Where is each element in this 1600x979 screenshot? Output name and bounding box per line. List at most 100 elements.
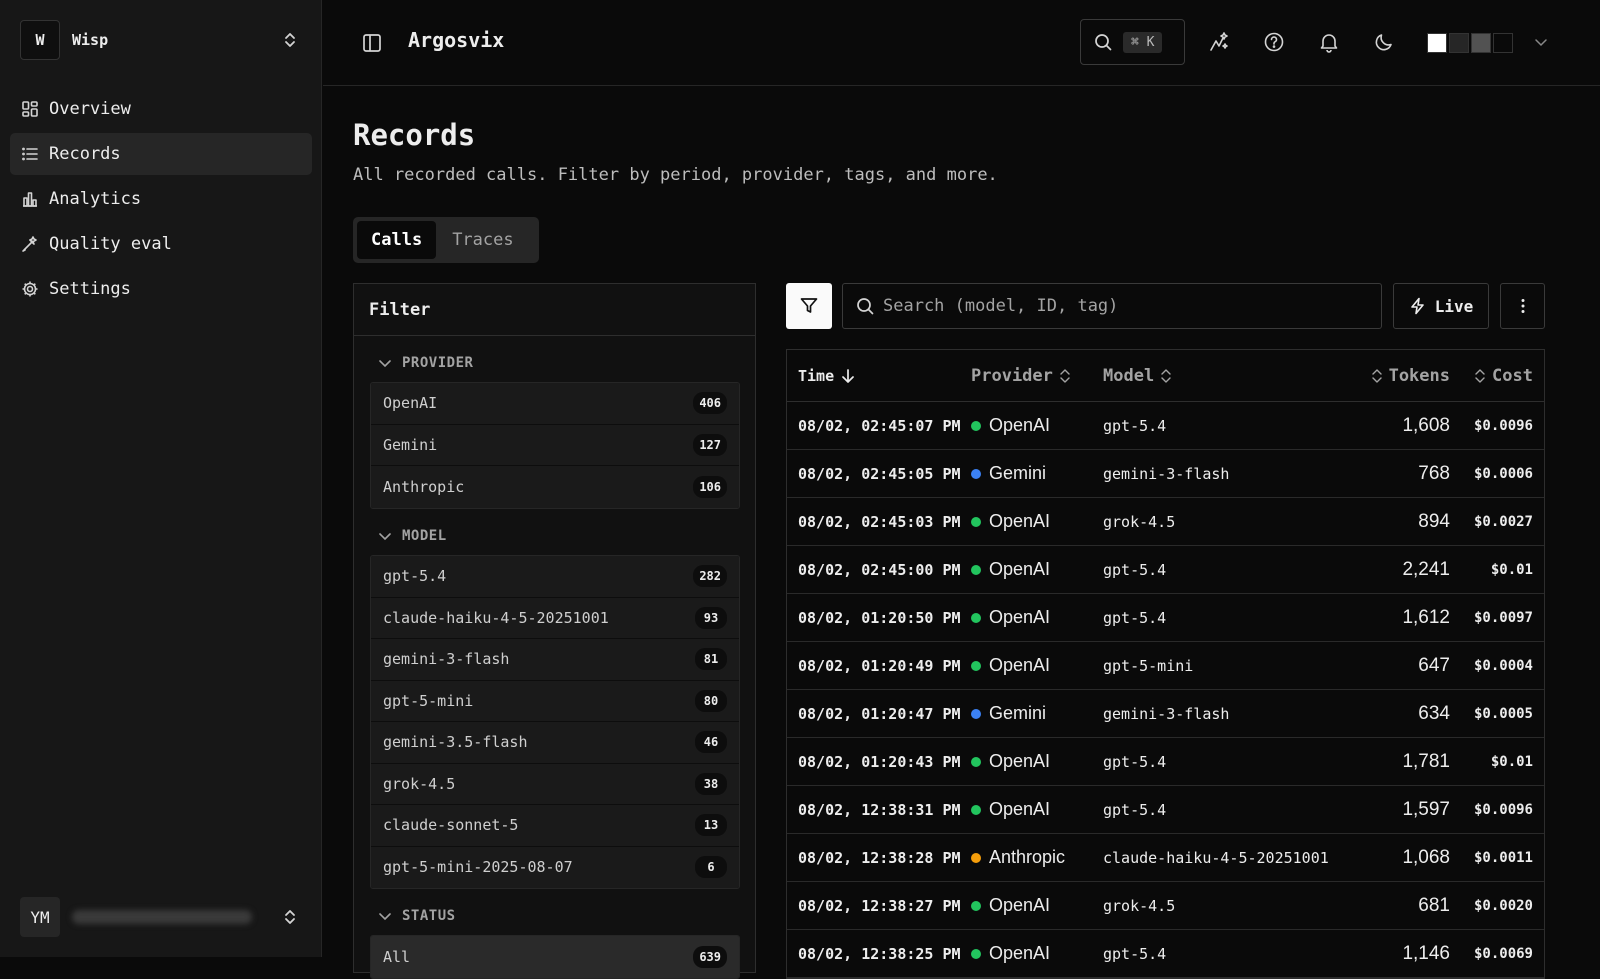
column-tokens[interactable]: Tokens <box>1341 366 1450 386</box>
sidebar-item-label: Quality eval <box>49 234 172 254</box>
table-row[interactable]: 08/02, 12:38:28 PM Anthropic claude-haiku-… <box>787 834 1544 882</box>
sidebar-item-records[interactable]: Records <box>10 133 312 175</box>
cell-cost: $0.01 <box>1490 561 1533 578</box>
search-input[interactable] <box>883 296 1353 316</box>
column-model[interactable]: Model <box>1103 366 1341 386</box>
moon-icon[interactable] <box>1373 31 1395 53</box>
cell-cost: $0.0096 <box>1473 417 1533 434</box>
provider-dot <box>971 468 981 479</box>
theme-swatch[interactable] <box>1493 33 1513 53</box>
count-badge: 13 <box>695 814 727 837</box>
filter-option-label: gemini-3.5-flash <box>383 733 528 752</box>
command-search-button[interactable]: ⌘ K <box>1080 19 1185 65</box>
search-icon <box>857 298 874 315</box>
column-provider[interactable]: Provider <box>971 366 1103 386</box>
filter-option[interactable]: gpt-5-mini 80 <box>371 680 739 722</box>
records-search[interactable] <box>842 283 1382 329</box>
filter-option[interactable]: grok-4.5 38 <box>371 763 739 805</box>
filter-option[interactable]: gpt-5.4 282 <box>371 556 739 598</box>
provider-name: OpenAI <box>989 607 1051 627</box>
filter-section-label: MODEL <box>402 528 447 544</box>
filter-option[interactable]: claude-sonnet-5 13 <box>371 805 739 847</box>
wand-icon <box>21 235 39 253</box>
column-label: Time <box>798 366 835 385</box>
filter-option[interactable]: OpenAI 406 <box>371 383 739 425</box>
table-row[interactable]: 08/02, 02:45:00 PM OpenAI gpt-5.4 2,241 $0.0… <box>787 546 1544 594</box>
filter-option[interactable]: Anthropic 106 <box>371 466 739 508</box>
cell-time: 08/02, 12:38:28 PM <box>798 848 961 867</box>
workspace-switcher[interactable]: W Wisp <box>20 19 300 61</box>
provider-dot <box>971 564 981 575</box>
table-row[interactable]: 08/02, 02:45:03 PM OpenAI grok-4.5 894 $0.00… <box>787 498 1544 546</box>
sidebar-toggle-icon[interactable] <box>361 32 383 54</box>
column-cost[interactable]: Cost <box>1450 366 1535 386</box>
live-button[interactable]: Live <box>1393 283 1489 329</box>
records-table: Time Provider Model Tokens Cost 08/02, 0… <box>786 349 1545 979</box>
more-options-button[interactable] <box>1500 283 1545 329</box>
sidebar-item-analytics[interactable]: Analytics <box>10 178 312 220</box>
table-row[interactable]: 08/02, 02:45:07 PM OpenAI gpt-5.4 1,608 $0.0… <box>787 402 1544 450</box>
sidebar-item-overview[interactable]: Overview <box>10 88 312 130</box>
cell-tokens: 768 <box>1418 462 1450 484</box>
cell-time: 08/02, 12:38:31 PM <box>798 800 961 819</box>
workspace-logo: W <box>20 20 60 60</box>
count-badge: 106 <box>693 475 727 498</box>
count-badge: 282 <box>693 565 727 588</box>
workspace-name: Wisp <box>72 31 109 49</box>
filter-option-label: grok-4.5 <box>383 774 456 793</box>
tab-calls[interactable]: Calls <box>357 221 437 259</box>
view-tabs: Calls Traces <box>353 217 539 263</box>
table-row[interactable]: 08/02, 12:38:27 PM OpenAI grok-4.5 681 $0.00… <box>787 882 1544 930</box>
filter-section-header[interactable]: PROVIDER <box>370 344 740 382</box>
cell-time: 08/02, 02:45:07 PM <box>798 416 961 435</box>
cell-cost: $0.0096 <box>1473 801 1533 818</box>
provider-name: OpenAI <box>989 943 1051 963</box>
column-time[interactable]: Time <box>787 367 971 385</box>
table-row[interactable]: 08/02, 02:45:05 PM Gemini gemini-3-flash 76… <box>787 450 1544 498</box>
table-row[interactable]: 08/02, 01:20:50 PM OpenAI gpt-5.4 1,612 $0.0… <box>787 594 1544 642</box>
table-row[interactable]: 08/02, 01:20:49 PM OpenAI gpt-5-mini 647 $0.… <box>787 642 1544 690</box>
cell-cost: $0.0097 <box>1473 609 1533 626</box>
sidebar-item-quality-eval[interactable]: Quality eval <box>10 223 312 265</box>
table-row[interactable]: 08/02, 01:20:47 PM Gemini gemini-3-flash 63… <box>787 690 1544 738</box>
table-body: 08/02, 02:45:07 PM OpenAI gpt-5.4 1,608 $0.0… <box>787 402 1544 978</box>
sidebar-item-settings[interactable]: Settings <box>10 268 312 310</box>
cell-tokens: 634 <box>1418 702 1450 724</box>
sparkles-icon[interactable] <box>1208 31 1230 53</box>
theme-swatch[interactable] <box>1471 33 1491 53</box>
table-row[interactable]: 08/02, 01:20:43 PM OpenAI gpt-5.4 1,781 $0.0… <box>787 738 1544 786</box>
filter-section-header[interactable]: MODEL <box>370 517 740 555</box>
bell-icon[interactable] <box>1318 31 1340 53</box>
cell-cost: $0.0005 <box>1473 705 1533 722</box>
filter-option[interactable]: claude-haiku-4-5-20251001 93 <box>371 597 739 639</box>
table-row[interactable]: 08/02, 12:38:31 PM OpenAI gpt-5.4 1,597 $0.0… <box>787 786 1544 834</box>
filter-option[interactable]: gemini-3.5-flash 46 <box>371 722 739 764</box>
cell-provider: OpenAI <box>971 799 1103 820</box>
help-icon[interactable] <box>1263 31 1285 53</box>
table-row[interactable]: 08/02, 12:38:25 PM OpenAI gpt-5.4 1,146 $0.0… <box>787 930 1544 978</box>
cell-provider: Gemini <box>971 703 1103 724</box>
filter-option[interactable]: gemini-3-flash 81 <box>371 639 739 681</box>
gear-icon <box>21 280 39 298</box>
cell-cost: $0.0020 <box>1473 897 1533 914</box>
provider-name: OpenAI <box>989 511 1051 531</box>
chevron-down-icon[interactable] <box>1533 34 1549 50</box>
filter-option[interactable]: Gemini 127 <box>371 424 739 466</box>
provider-dot <box>971 708 981 719</box>
tab-traces[interactable]: Traces <box>438 221 527 259</box>
theme-swatches[interactable] <box>1427 33 1513 53</box>
filter-toggle-button[interactable] <box>786 283 832 329</box>
filter-option-label: claude-haiku-4-5-20251001 <box>383 608 609 627</box>
filter-option[interactable]: gpt-5-mini-2025-08-07 6 <box>371 846 739 888</box>
column-label: Tokens <box>1388 365 1450 386</box>
provider-dot <box>971 516 981 527</box>
filter-section-header[interactable]: STATUS <box>370 897 740 935</box>
theme-swatch[interactable] <box>1449 33 1469 53</box>
sidebar-item-label: Records <box>49 144 121 164</box>
chevron-down-icon <box>379 360 391 368</box>
filter-option-label: gemini-3-flash <box>383 650 510 669</box>
count-badge: 406 <box>693 392 727 415</box>
user-menu[interactable]: YM <box>20 895 300 939</box>
page-title: Records <box>353 118 476 152</box>
theme-swatch[interactable] <box>1427 33 1447 53</box>
